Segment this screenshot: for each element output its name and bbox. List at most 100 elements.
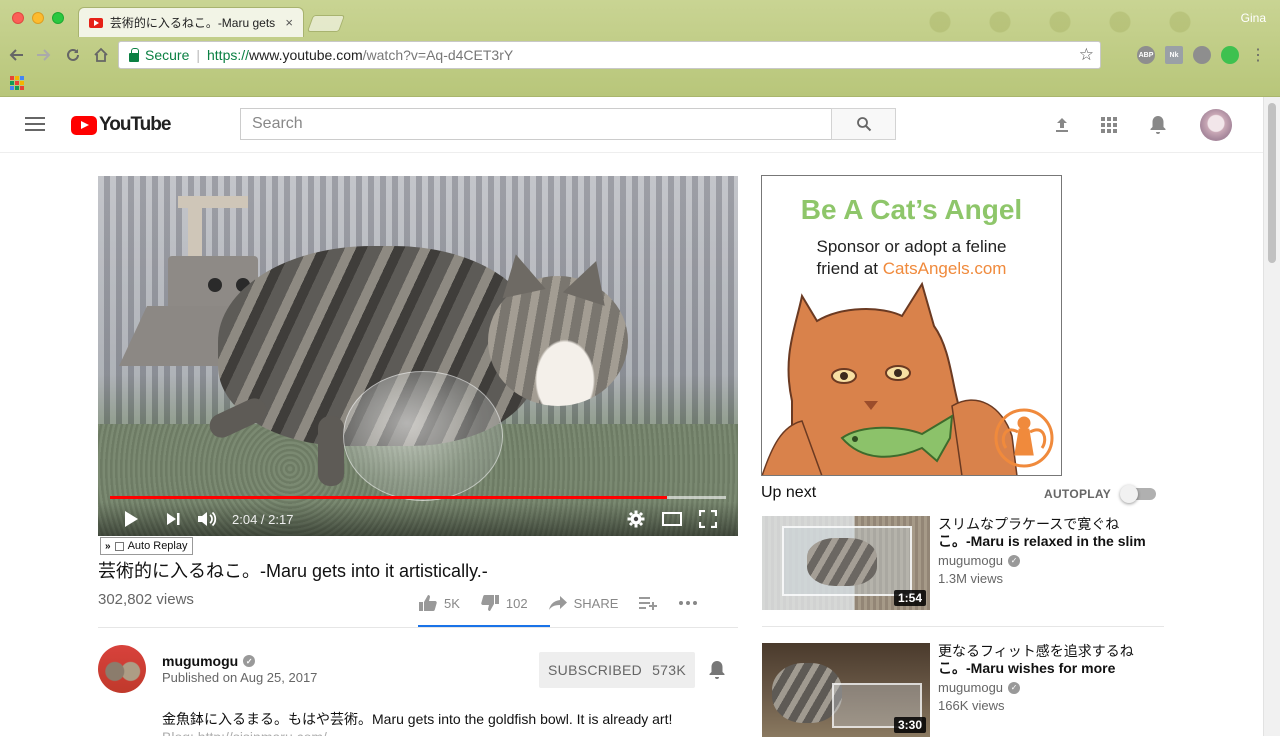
auto-replay-toggle[interactable]: » Auto Replay	[100, 537, 193, 555]
ad-body: Sponsor or adopt a feline friend at Cats…	[762, 236, 1061, 280]
share-button[interactable]: SHARE	[548, 595, 618, 611]
url-host: www.youtube.com	[249, 47, 363, 63]
recommended-video[interactable]: 3:30 更なるフィット感を追求するね こ。-Maru wishes for m…	[762, 643, 1162, 737]
fullscreen-icon[interactable]	[696, 507, 720, 531]
notifications-bell-icon[interactable]	[1146, 113, 1170, 137]
progress-played	[110, 496, 667, 499]
ad-headline: Be A Cat’s Angel	[800, 194, 1023, 225]
ad-line-1: Sponsor or adopt a feline	[816, 237, 1007, 256]
sidebar-ad[interactable]: Be A Cat’s Angel Sponsor or adopt a feli…	[761, 175, 1062, 476]
volume-icon[interactable]	[196, 507, 220, 531]
power-extension-icon[interactable]	[1221, 46, 1239, 64]
address-bar[interactable]: Secure | https:// www.youtube.com /watch…	[118, 41, 1101, 69]
video-channel[interactable]: mugumogu ✓	[938, 553, 1021, 568]
video-channel[interactable]: mugumogu ✓	[938, 680, 1021, 695]
profile-name[interactable]: Gina	[1241, 11, 1266, 25]
verified-check-icon: ✓	[1008, 681, 1021, 694]
forward-icon[interactable]	[31, 43, 55, 67]
back-icon[interactable]	[5, 43, 29, 67]
autoplay-toggle-knob	[1120, 485, 1138, 503]
new-tab-button[interactable]	[306, 15, 346, 32]
tab-title: 芸術的に入るねこ。-Maru gets	[109, 16, 276, 30]
add-to-playlist-button[interactable]	[638, 595, 658, 611]
channel-notifications-bell-icon[interactable]	[708, 660, 728, 680]
video-thumbnail[interactable]: 3:30	[762, 643, 930, 737]
video-duration: 3:30	[893, 717, 926, 733]
close-window-button[interactable]	[12, 12, 24, 24]
guide-menu-icon[interactable]	[25, 117, 45, 131]
player-controls: 2:04 / 2:17	[98, 502, 738, 536]
ad-link[interactable]: CatsAngels.com	[883, 259, 1007, 278]
browser-tab[interactable]: 芸術的に入るねこ。-Maru gets ×	[78, 7, 304, 37]
page-scrollbar[interactable]	[1263, 97, 1280, 736]
video-player[interactable]: 2:04 / 2:17	[98, 176, 738, 536]
upload-icon[interactable]	[1050, 113, 1074, 137]
extension-nk-icon[interactable]: Nk	[1165, 46, 1183, 64]
bookmark-star-icon[interactable]: ☆	[1079, 45, 1094, 65]
apps-grid-icon[interactable]	[1097, 113, 1121, 137]
channel-avatar[interactable]	[98, 645, 146, 693]
up-next-heading: Up next	[761, 484, 817, 501]
like-button[interactable]: 5K	[418, 594, 460, 612]
search-button[interactable]	[831, 108, 896, 140]
maximize-window-button[interactable]	[52, 12, 64, 24]
thumbs-up-icon	[419, 595, 437, 611]
url-path: /watch?v=Aq-d4CET3rY	[362, 47, 514, 63]
ad-line-2: friend at CatsAngels.com	[816, 259, 1007, 278]
youtube-favicon-icon	[89, 17, 103, 28]
recommended-video[interactable]: 1:54 スリムなプラケースで寛ぐね こ。-Maru is relaxed in…	[762, 516, 1162, 610]
playlist-add-icon	[639, 597, 658, 610]
progress-bar[interactable]	[110, 496, 726, 499]
secure-label: Secure	[145, 47, 190, 63]
browser-chrome: 芸術的に入るねこ。-Maru gets × Gina Secure | http…	[0, 0, 1280, 97]
browser-menu-icon[interactable]: ⋮	[1246, 43, 1270, 67]
more-actions-button[interactable]	[678, 600, 698, 606]
reload-icon[interactable]	[61, 43, 85, 67]
autoplay-toggle[interactable]	[1120, 485, 1156, 503]
verified-check-icon: ✓	[243, 655, 256, 667]
publish-date: Published on Aug 25, 2017	[162, 670, 318, 685]
sync-extension-icon[interactable]	[1193, 46, 1211, 64]
youtube-logo[interactable]: YouTube	[71, 114, 171, 136]
lock-icon	[129, 47, 139, 62]
thumbs-down-icon	[481, 595, 499, 611]
more-horizontal-icon	[679, 601, 698, 605]
browser-toolbar: Secure | https:// www.youtube.com /watch…	[0, 37, 1280, 73]
like-count: 5K	[444, 595, 460, 611]
video-actions: 5K 102 SHARE	[418, 590, 718, 616]
video-title[interactable]: 更なるフィット感を追求するね こ。-Maru wishes for more	[938, 643, 1148, 677]
auto-replay-chevron-icon: »	[105, 540, 111, 552]
share-arrow-icon	[548, 596, 567, 610]
video-title[interactable]: スリムなプラケースで寛ぐね こ。-Maru is relaxed in the …	[938, 516, 1148, 550]
tab-close-icon[interactable]: ×	[285, 15, 293, 30]
auto-replay-checkbox[interactable]	[114, 541, 124, 551]
scrollbar-thumb[interactable]	[1268, 103, 1276, 263]
dislike-button[interactable]: 102	[480, 594, 528, 612]
minimize-window-button[interactable]	[32, 12, 44, 24]
settings-gear-icon[interactable]	[624, 507, 648, 531]
search-input[interactable]	[240, 108, 832, 140]
omnibox-separator: |	[196, 47, 200, 63]
adblock-extension-icon[interactable]: ABP	[1137, 46, 1155, 64]
url-scheme: https://	[207, 47, 250, 63]
next-video-icon[interactable]	[162, 507, 184, 531]
search-icon	[856, 117, 871, 132]
verified-check-icon: ✓	[1008, 554, 1021, 567]
theater-mode-icon[interactable]	[660, 507, 684, 531]
channel-name-link[interactable]: mugumogu ✓	[162, 653, 256, 669]
autoplay-label: AUTOPLAY	[1044, 487, 1112, 501]
play-icon[interactable]	[120, 507, 142, 531]
video-thumbnail[interactable]: 1:54	[762, 516, 930, 610]
dislike-count: 102	[505, 595, 528, 611]
info-divider	[98, 627, 738, 628]
subscribe-button[interactable]: SUBSCRIBED 573K	[539, 652, 695, 688]
video-description: 金魚鉢に入るまる。もはや芸術。Maru gets into the goldfi…	[162, 711, 673, 727]
view-count: 302,802 views	[98, 591, 194, 608]
recommendation-divider	[762, 626, 1164, 627]
video-frame-cat-head	[488, 249, 628, 406]
video-duration: 1:54	[893, 590, 926, 606]
user-avatar[interactable]	[1200, 109, 1232, 141]
home-icon[interactable]	[89, 43, 113, 67]
apps-icon[interactable]	[10, 76, 24, 90]
subscribed-label: SUBSCRIBED	[548, 662, 643, 678]
